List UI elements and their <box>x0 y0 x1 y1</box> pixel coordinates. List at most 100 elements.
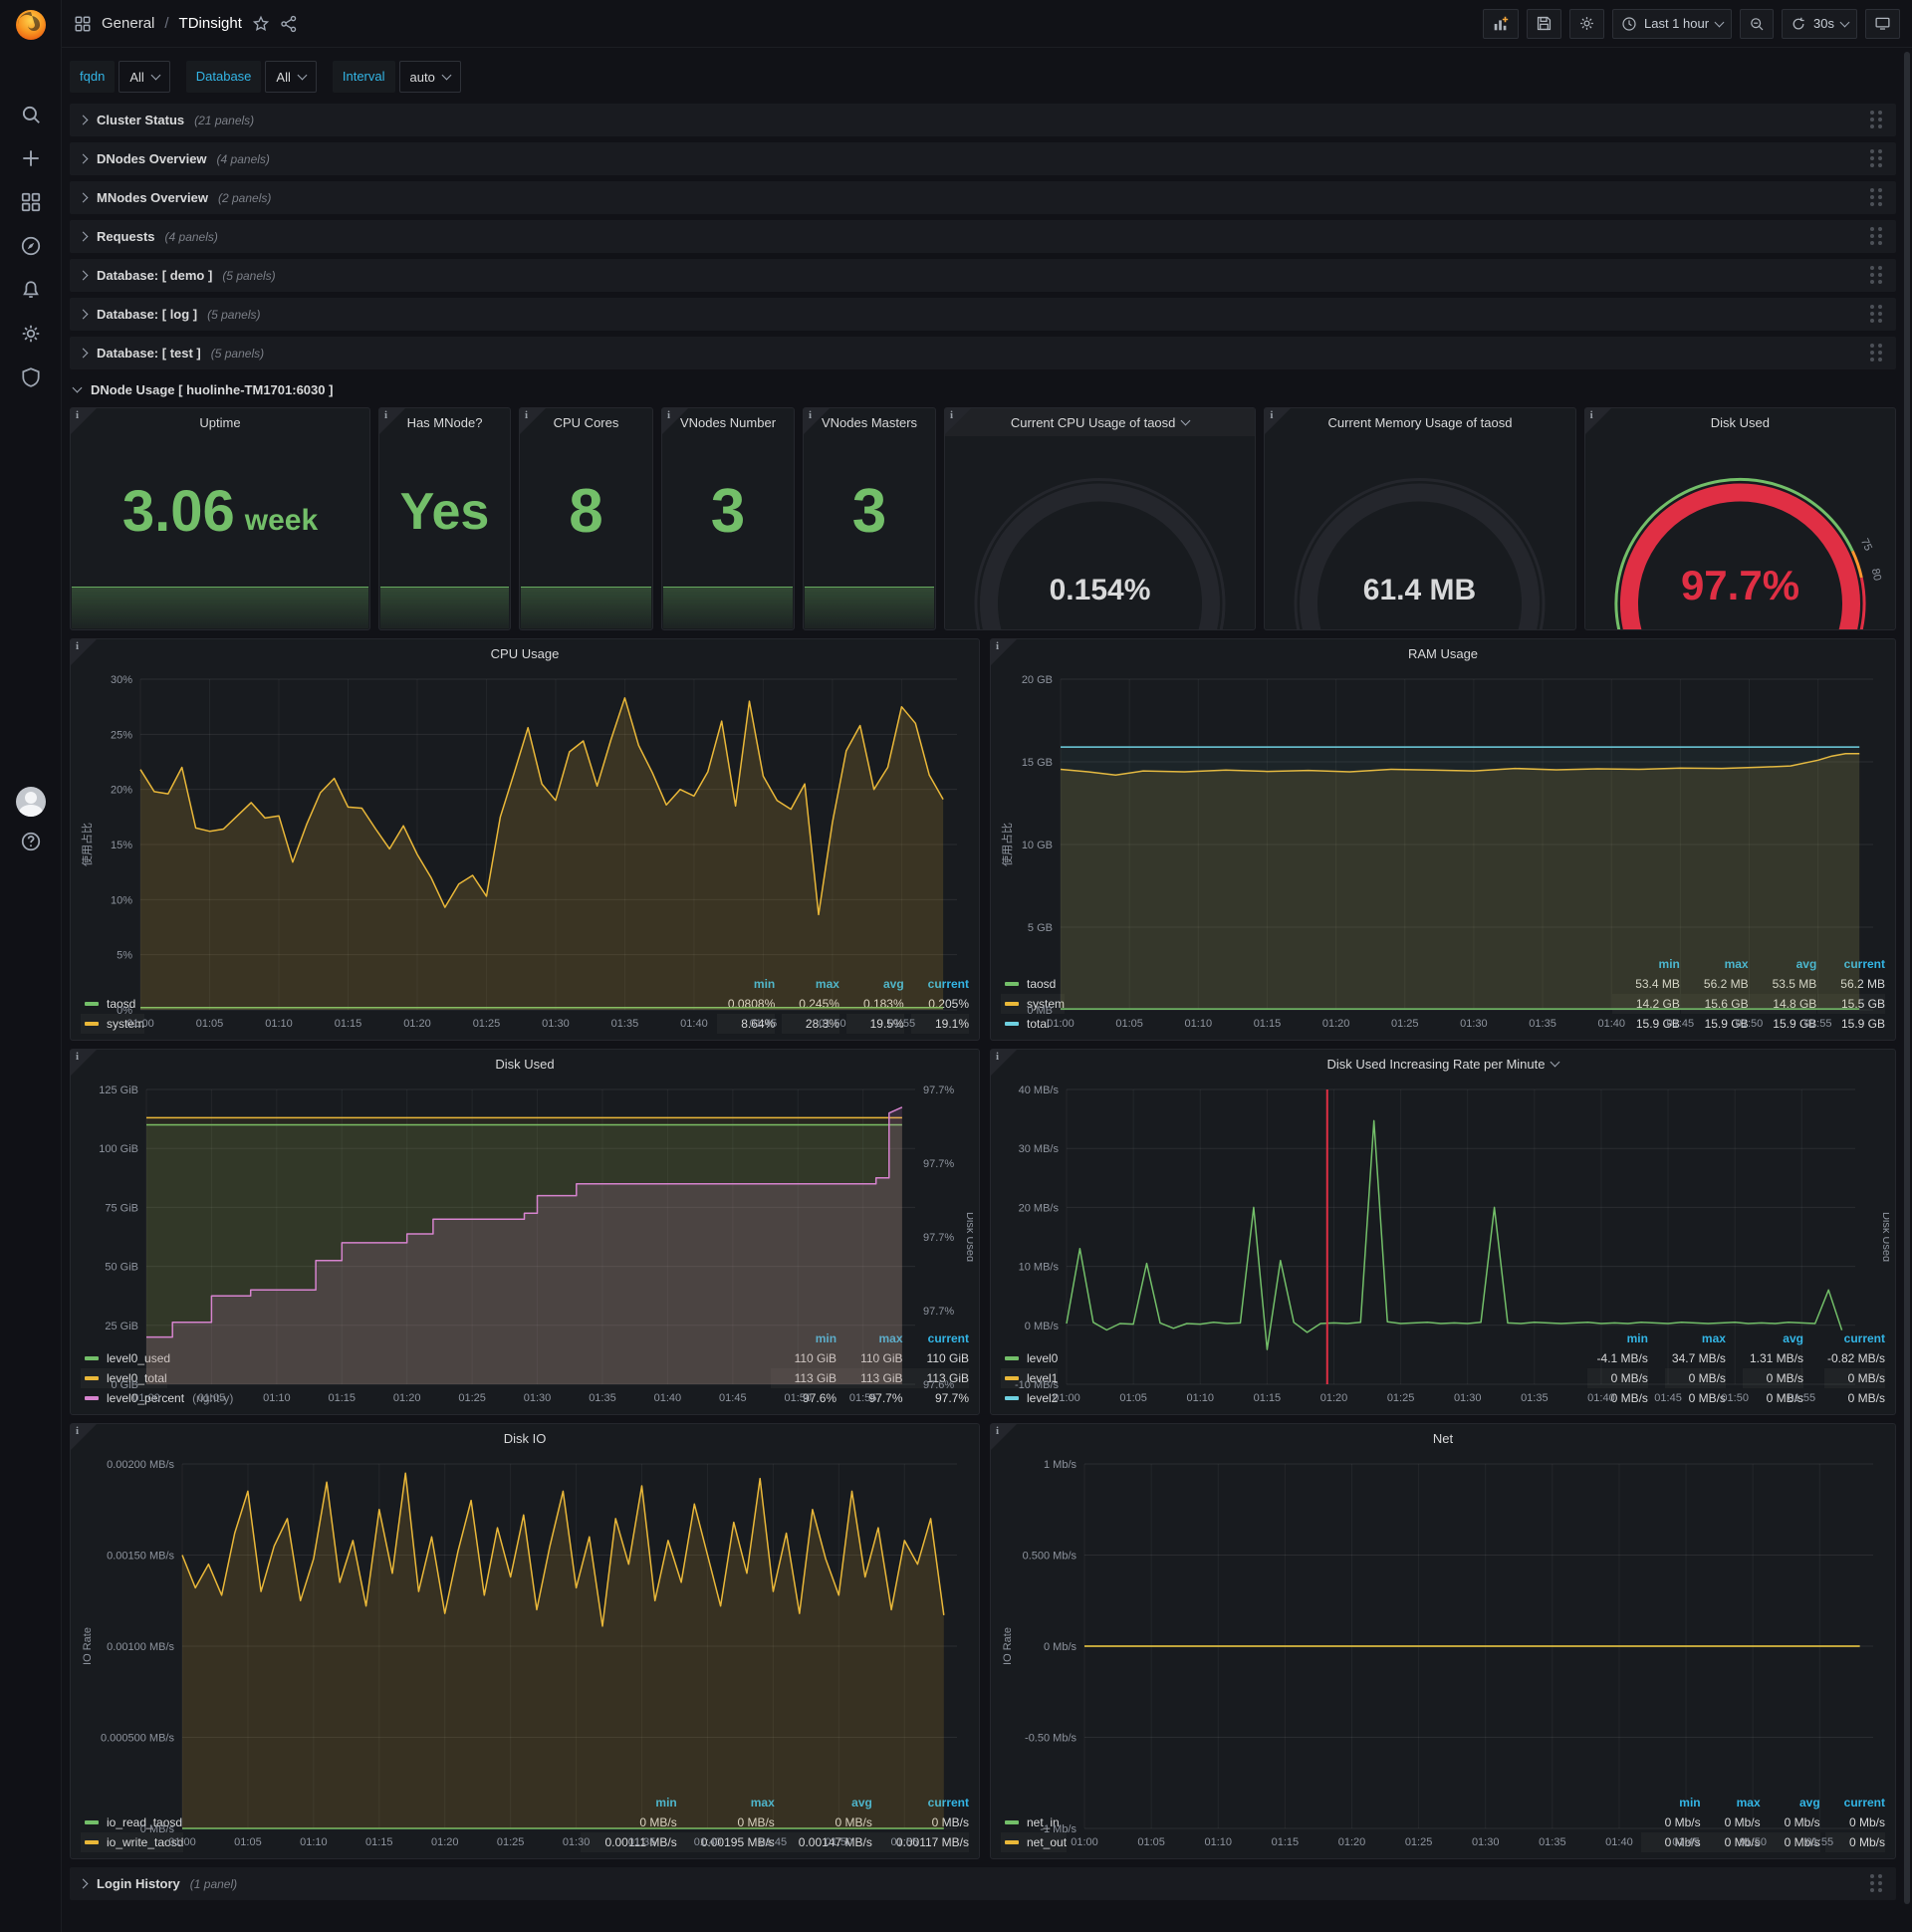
svg-text:01:50: 01:50 <box>819 1018 846 1030</box>
row-cluster-status[interactable]: Cluster Status (21 panels) <box>70 104 1896 136</box>
row-title: Database: [ test ] <box>97 346 201 361</box>
row-drag-handle[interactable] <box>1870 111 1874 115</box>
alerting-bell-icon[interactable] <box>20 279 42 301</box>
panel-title[interactable]: CPU Usage <box>71 639 979 667</box>
row-requests[interactable]: Requests (4 panels) <box>70 220 1896 253</box>
variable-select-interval[interactable]: auto <box>398 61 461 93</box>
cpu-usage-plot[interactable]: 0% 5% 10% 15% 20% 25% 30% 01:00 01:05 01:10 01:15 0… <box>77 667 973 1030</box>
panel-has-mnode: i Has MNode? Yes <box>378 407 511 630</box>
panel-info-icon[interactable]: i <box>945 408 971 434</box>
chevron-right-icon <box>78 309 89 320</box>
star-icon[interactable] <box>252 15 270 33</box>
panel-title[interactable]: Disk Used <box>1585 408 1895 436</box>
row-drag-handle[interactable] <box>1870 227 1874 231</box>
vnodes-number-sparkline <box>663 587 793 628</box>
row-dnodes-overview[interactable]: DNodes Overview (4 panels) <box>70 142 1896 175</box>
panel-info-icon[interactable]: i <box>71 1050 97 1076</box>
row-drag-handle[interactable] <box>1870 149 1874 153</box>
row-title: Requests <box>97 229 155 244</box>
svg-text:15 GB: 15 GB <box>1022 757 1053 769</box>
net-plot[interactable]: -1 Mb/s -0.50 Mb/s 0 Mb/s 0.500 Mb/s 1 Mb/s 0… <box>997 1452 1889 1848</box>
share-icon[interactable] <box>280 15 298 33</box>
panel-info-icon[interactable]: i <box>991 639 1017 665</box>
row-login-history[interactable]: Login History (1 panel) <box>70 1867 1896 1900</box>
cpu-usage-gauge[interactable]: 01000.154% <box>945 436 1255 629</box>
has-mnode-sparkline <box>380 587 509 628</box>
svg-text:使用占比: 使用占比 <box>1000 823 1014 866</box>
row-panel-count: (1 panel) <box>189 1876 238 1891</box>
disk-used-plot[interactable]: 0 GiB 25 GiB 50 GiB 75 GiB 100 GiB 125 GiB 97.… <box>77 1078 973 1404</box>
row-dnode-usage[interactable]: DNode Usage [ huolinhe-TM1701:6030 ] <box>70 375 1896 403</box>
time-range-picker[interactable]: Last 1 hour <box>1611 8 1733 39</box>
panel-title[interactable]: Current CPU Usage of taosd <box>945 408 1256 436</box>
variable-select-fqdn[interactable]: All <box>119 61 170 93</box>
create-plus-icon[interactable] <box>20 147 42 169</box>
grafana-logo[interactable] <box>13 7 49 43</box>
variable-select-database[interactable]: All <box>265 61 317 93</box>
chevron-down-icon <box>72 382 83 393</box>
panel-title[interactable]: Net <box>991 1424 1895 1452</box>
panel-info-icon[interactable]: i <box>1584 408 1611 434</box>
svg-text:01:00: 01:00 <box>168 1836 196 1848</box>
panel-title[interactable]: Disk Used <box>71 1050 979 1078</box>
row-drag-handle[interactable] <box>1870 344 1874 348</box>
chevron-down-icon <box>1180 415 1191 426</box>
panel-title[interactable]: Disk Used Increasing Rate per Minute <box>991 1050 1895 1078</box>
dashboard-settings-button[interactable] <box>1568 8 1604 39</box>
server-admin-shield-icon[interactable] <box>20 366 42 388</box>
memory-usage-gauge[interactable]: 0158961.4 MB <box>1265 436 1574 629</box>
row-drag-handle[interactable] <box>1870 305 1874 309</box>
svg-text:10 MB/s: 10 MB/s <box>1019 1262 1060 1274</box>
panel-info-icon[interactable]: i <box>804 408 830 434</box>
configuration-gear-icon[interactable] <box>20 323 42 345</box>
disk-io-plot[interactable]: 0 MB/s 0.000500 MB/s 0.00100 MB/s 0.00150 M… <box>77 1452 973 1848</box>
ram-usage-plot[interactable]: 0 MB 5 GB 10 GB 15 GB 20 GB 01:00 01:05 01:10 01… <box>997 667 1889 1030</box>
svg-text:01:30: 01:30 <box>563 1836 591 1848</box>
svg-text:01:55: 01:55 <box>890 1836 918 1848</box>
row-database-test[interactable]: Database: [ test ] (5 panels) <box>70 337 1896 369</box>
panel-info-icon[interactable]: i <box>662 408 688 434</box>
dashboard-grid-icon[interactable] <box>74 15 92 33</box>
svg-text:-0.50 Mb/s: -0.50 Mb/s <box>1025 1733 1076 1745</box>
svg-text:01:55: 01:55 <box>1806 1836 1834 1848</box>
add-panel-button[interactable] <box>1482 8 1519 39</box>
uptime-value: 3.06 week <box>121 479 319 544</box>
panel-title[interactable]: Uptime <box>71 408 369 436</box>
dashboard-title[interactable]: TDinsight <box>179 15 242 32</box>
refresh-button[interactable]: 30s <box>1782 8 1857 39</box>
zoom-out-time-button[interactable] <box>1740 8 1775 39</box>
row-database-demo[interactable]: Database: [ demo ] (5 panels) <box>70 259 1896 292</box>
panel-info-icon[interactable]: i <box>379 408 405 434</box>
panel-info-icon[interactable]: i <box>520 408 546 434</box>
search-icon[interactable] <box>20 104 42 125</box>
breadcrumb-section[interactable]: General <box>102 15 154 32</box>
svg-text:01:05: 01:05 <box>1137 1836 1165 1848</box>
cycle-view-tv-button[interactable] <box>1865 8 1900 39</box>
row-mnodes-overview[interactable]: MNodes Overview (2 panels) <box>70 181 1896 214</box>
disk-used-gauge[interactable]: 075809510097.7% <box>1585 436 1895 629</box>
disk-rate-plot[interactable]: -10 MB/s 0 MB/s 10 MB/s 20 MB/s 30 MB/s 40 MB… <box>997 1078 1889 1404</box>
row-drag-handle[interactable] <box>1870 1874 1874 1878</box>
panel-info-icon[interactable]: i <box>991 1424 1017 1450</box>
row-title: Cluster Status <box>97 113 185 127</box>
panel-info-icon[interactable]: i <box>71 1424 97 1450</box>
svg-text:01:55: 01:55 <box>849 1392 877 1404</box>
panel-info-icon[interactable]: i <box>1265 408 1292 434</box>
panel-title[interactable]: Disk IO <box>71 1424 979 1452</box>
panel-info-icon[interactable]: i <box>71 408 97 434</box>
svg-text:10%: 10% <box>111 894 132 906</box>
panel-info-icon[interactable]: i <box>71 639 97 665</box>
explore-compass-icon[interactable] <box>20 235 42 257</box>
svg-text:30%: 30% <box>111 674 132 686</box>
save-dashboard-button[interactable] <box>1526 8 1561 39</box>
panel-title[interactable]: RAM Usage <box>991 639 1895 667</box>
user-avatar[interactable] <box>16 787 46 817</box>
panel-info-icon[interactable]: i <box>991 1050 1017 1076</box>
row-drag-handle[interactable] <box>1870 188 1874 192</box>
panel-title[interactable]: Current Memory Usage of taosd <box>1265 408 1574 436</box>
row-database-log[interactable]: Database: [ log ] (5 panels) <box>70 298 1896 331</box>
help-icon[interactable] <box>20 831 42 852</box>
dashboards-icon[interactable] <box>20 191 42 213</box>
row-drag-handle[interactable] <box>1870 266 1874 270</box>
page-scrollbar[interactable] <box>1904 52 1910 1904</box>
